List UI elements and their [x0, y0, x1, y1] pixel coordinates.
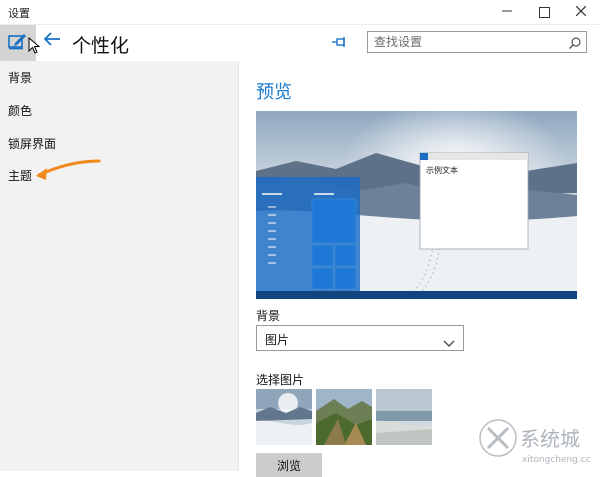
preview-sample-text: 示例文本: [426, 166, 458, 175]
edit-icon: [8, 32, 28, 54]
preview-wallpaper: [256, 111, 577, 299]
annotation-arrow-icon: [36, 159, 101, 180]
browse-button[interactable]: 浏览: [256, 453, 322, 477]
chevron-down-icon: [443, 333, 455, 352]
back-arrow-icon: [42, 30, 62, 54]
pin-button[interactable]: [330, 33, 348, 51]
sidebar-item-lock-screen[interactable]: 锁屏界面: [8, 135, 56, 152]
background-type-select[interactable]: 图片: [256, 325, 464, 351]
preview-taskbar: [256, 291, 577, 299]
minimize-icon: [502, 5, 512, 19]
pane-divider: [238, 61, 239, 471]
search-icon[interactable]: [568, 35, 582, 54]
page-title: 个性化: [72, 35, 130, 57]
search-box[interactable]: [367, 31, 587, 53]
choose-picture-label: 选择图片: [256, 373, 305, 387]
sidebar-item-background[interactable]: 背景: [8, 69, 32, 86]
search-input[interactable]: [368, 32, 564, 52]
close-icon: [575, 5, 587, 19]
mouse-cursor-icon: [28, 37, 41, 54]
title-bar: 设置: [0, 0, 600, 25]
close-button[interactable]: [558, 0, 600, 24]
background-label: 背景: [256, 309, 281, 323]
background-type-value: 图片: [265, 333, 290, 347]
sidebar-item-colors[interactable]: 颜色: [8, 102, 32, 119]
preview-heading: 预览: [256, 82, 292, 103]
picture-thumbnail[interactable]: [376, 389, 432, 445]
picture-thumbnail[interactable]: [256, 389, 312, 445]
watermark-logo: 系统城 xitongcheng.cc: [479, 419, 591, 465]
picture-thumbnail[interactable]: [316, 389, 372, 445]
svg-text:xitongcheng.cc: xitongcheng.cc: [522, 455, 591, 465]
pin-icon: [330, 36, 348, 55]
back-button[interactable]: [42, 29, 62, 54]
window-title: 设置: [8, 7, 30, 20]
sidebar-item-themes[interactable]: 主题: [8, 167, 32, 184]
sidebar: 背景 颜色 锁屏界面 主题: [0, 61, 238, 471]
desktop-preview: 示例文本: [256, 111, 577, 299]
maximize-icon: [538, 6, 550, 18]
svg-text:系统城: 系统城: [520, 427, 580, 451]
